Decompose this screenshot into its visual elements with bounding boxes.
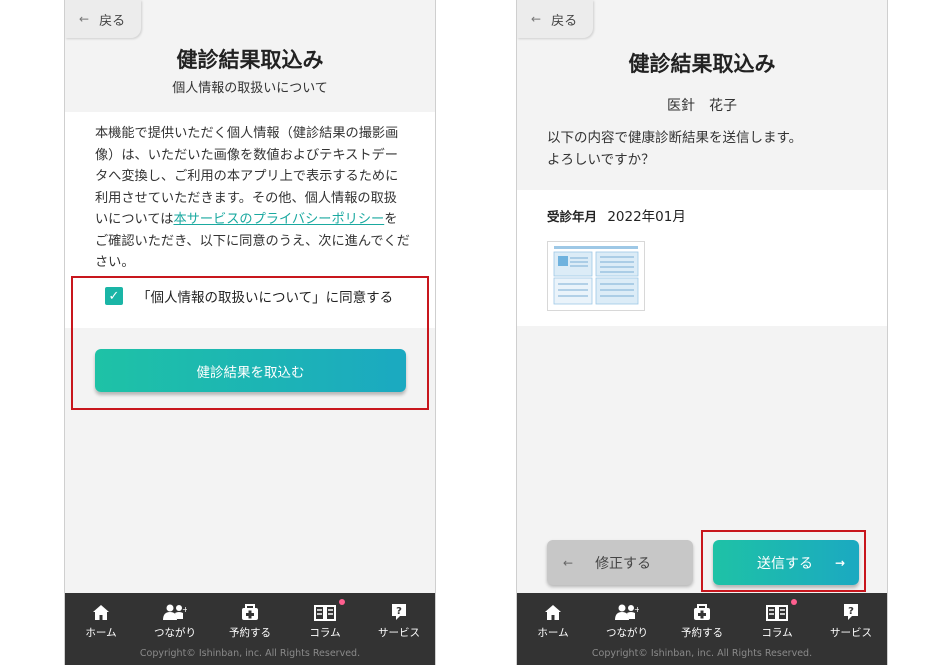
edit-button-label: 修正する <box>595 555 652 572</box>
notification-badge <box>339 599 345 605</box>
arrow-left-icon: ← <box>79 12 90 26</box>
help-icon: ? <box>821 601 881 621</box>
tab-home-label: ホーム <box>537 627 569 639</box>
tab-connections-label: つながり <box>606 627 648 639</box>
tab-connections[interactable]: + つながり <box>145 601 205 640</box>
book-icon <box>295 601 355 621</box>
privacy-text: 本機能で提供いただく個人情報（健診結果の撮影画像）は、いただいた画像を数値および… <box>95 123 410 274</box>
tab-reserve[interactable]: 予約する <box>220 601 280 640</box>
svg-text:?: ? <box>848 606 854 617</box>
arrow-left-icon: ← <box>531 12 542 26</box>
tab-home-label: ホーム <box>85 627 117 639</box>
confirm-line-2: よろしいですか？ <box>547 151 655 168</box>
back-label: 戻る <box>99 13 126 29</box>
tab-home[interactable]: ホーム <box>71 601 131 640</box>
medical-bag-icon <box>672 601 732 621</box>
bottom-tab-bar: ホーム + つながり 予約する コラム ? サービス Cop <box>517 593 887 665</box>
notification-badge <box>791 599 797 605</box>
result-image-thumbnail[interactable] <box>547 241 645 311</box>
tab-column-label: コラム <box>309 627 341 639</box>
tab-service[interactable]: ? サービス <box>369 601 429 640</box>
exam-date-label: 受診年月 <box>547 209 598 224</box>
back-button[interactable]: ← 戻る <box>517 0 593 38</box>
user-name: 医針 花子 <box>667 98 737 114</box>
home-icon <box>71 601 131 621</box>
back-button[interactable]: ← 戻る <box>65 0 141 38</box>
svg-text:+: + <box>182 605 187 614</box>
tab-column-label: コラム <box>761 627 793 639</box>
tab-service[interactable]: ? サービス <box>821 601 881 640</box>
page-title: 健診結果取込み <box>176 48 324 72</box>
page-title: 健診結果取込み <box>628 52 776 76</box>
confirm-message: 以下の内容で健康診断結果を送信します。 よろしいですか？ <box>547 128 862 171</box>
people-icon: + <box>145 601 205 621</box>
svg-text:?: ? <box>396 606 402 617</box>
page-subtitle: 個人情報の取扱いについて <box>172 81 328 96</box>
document-thumbnail-icon <box>553 246 639 305</box>
highlight-consent-box <box>71 276 429 410</box>
confirm-line-1: 以下の内容で健康診断結果を送信します。 <box>547 130 803 146</box>
exam-date-row: 受診年月 2022年01月 <box>547 205 686 225</box>
tab-column[interactable]: コラム <box>295 599 355 640</box>
people-icon: + <box>597 601 657 621</box>
medical-bag-icon <box>220 601 280 621</box>
highlight-send-box <box>701 530 866 592</box>
edit-button[interactable]: ← 修正する <box>547 540 693 585</box>
copyright-text: Copyright© Ishinban, inc. All Rights Res… <box>591 648 813 659</box>
back-label: 戻る <box>551 13 578 29</box>
tab-reserve[interactable]: 予約する <box>672 601 732 640</box>
tab-connections[interactable]: + つながり <box>597 601 657 640</box>
tab-column[interactable]: コラム <box>747 599 807 640</box>
arrow-left-icon: ← <box>563 555 574 570</box>
tab-reserve-label: 予約する <box>681 627 723 639</box>
svg-text:+: + <box>634 605 639 614</box>
privacy-policy-link[interactable]: 本サービスのプライバシーポリシー <box>173 212 384 227</box>
help-icon: ? <box>369 601 429 621</box>
tab-service-label: サービス <box>378 627 420 639</box>
tab-reserve-label: 予約する <box>229 627 271 639</box>
exam-date-value: 2022年01月 <box>607 209 686 225</box>
tab-service-label: サービス <box>830 627 872 639</box>
tab-home[interactable]: ホーム <box>523 601 583 640</box>
home-icon <box>523 601 583 621</box>
book-icon <box>747 601 807 621</box>
bottom-tab-bar: ホーム + つながり 予約する コラム ? サービス Cop <box>65 593 435 665</box>
copyright-text: Copyright© Ishinban, inc. All Rights Res… <box>139 648 361 659</box>
tab-connections-label: つながり <box>154 627 196 639</box>
